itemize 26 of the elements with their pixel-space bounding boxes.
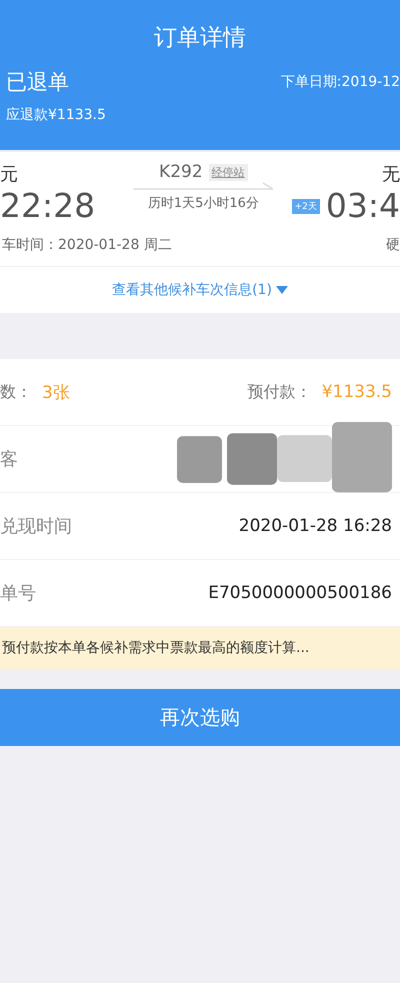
ticket-count: 3张	[42, 382, 70, 404]
prepay-amount: ¥1133.5	[322, 382, 392, 402]
departure-time: 22:28	[0, 186, 96, 226]
station-name: 无	[382, 163, 400, 186]
field-label: 预付款：	[248, 382, 312, 402]
field-label: 客	[0, 448, 18, 471]
field-label: 兑现时间	[0, 515, 72, 538]
window-title: 订单详情	[153, 24, 247, 53]
order-date: 下单日期:2019-12	[280, 73, 400, 91]
station-name: 元	[0, 163, 19, 186]
duration-text: 历时1天5小时16分	[148, 195, 259, 212]
train-number: K292	[159, 162, 203, 182]
refund-amount: 应退款¥1133.5	[6, 106, 107, 124]
notice-banner: 预付款按本单各候补需求中票款最高的额度计算...	[0, 627, 400, 669]
field-value: E7050000000500186	[208, 583, 392, 603]
seat-type: 硬	[386, 236, 400, 255]
field-value: 2020-01-28 16:28	[238, 516, 392, 536]
arrival-time: 03:4	[326, 186, 400, 226]
field-label: 数：	[0, 382, 32, 402]
more-trains-link[interactable]: 查看其他候补车次信息(1)	[0, 267, 400, 313]
rebuy-button[interactable]: 再次选购	[0, 689, 400, 746]
ride-date: 车时间：2020-01-28 周二	[2, 236, 172, 255]
status-label: 已退单	[6, 69, 69, 96]
field-label: 单号	[0, 582, 36, 605]
stops-link[interactable]: 经停站	[208, 164, 248, 180]
day-offset-badge: +2天	[292, 198, 320, 214]
